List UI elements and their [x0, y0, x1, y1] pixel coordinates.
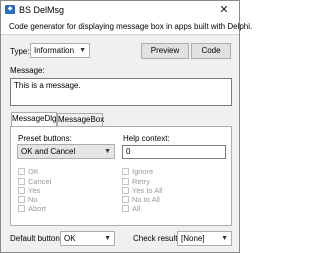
- description-bar: Code generator for displaying message bo…: [1, 19, 252, 35]
- chevron-down-icon: ▼: [104, 235, 111, 242]
- description-text: Code generator for displaying message bo…: [9, 22, 253, 31]
- message-textarea[interactable]: This is a message.: [10, 78, 232, 106]
- preset-buttons-select[interactable]: OK and Cancel ▼: [17, 144, 115, 159]
- preset-buttons-value: OK and Cancel: [21, 147, 76, 156]
- checkbox-label: Retry: [132, 177, 150, 186]
- close-button[interactable]: ✕: [209, 1, 239, 19]
- checkbox-box: [18, 196, 25, 203]
- type-label: Type:: [10, 47, 30, 56]
- default-button-value: OK: [64, 234, 76, 243]
- code-button[interactable]: Code: [191, 43, 231, 59]
- title-bar[interactable]: ◆ BS DelMsg ✕: [1, 1, 239, 19]
- checkbox-yes[interactable]: Yes: [18, 186, 40, 195]
- chevron-down-icon: ▼: [104, 148, 111, 155]
- message-label: Message:: [10, 66, 45, 75]
- checkbox-abort[interactable]: Abort: [18, 204, 46, 213]
- type-value: Information: [34, 46, 75, 55]
- checkbox-box: [18, 168, 25, 175]
- checkbox-box: [18, 205, 25, 212]
- app-icon: ◆: [5, 5, 15, 14]
- chevron-down-icon: ▼: [79, 47, 86, 54]
- checkbox-label: OK: [28, 167, 39, 176]
- check-result-label: Check result:: [133, 234, 180, 243]
- window-title: BS DelMsg: [19, 5, 65, 15]
- checkbox-label: No to All: [132, 195, 160, 204]
- checkbox-label: All: [132, 204, 141, 213]
- checkbox-yes-to-all[interactable]: Yes to All: [122, 186, 163, 195]
- checkbox-ok[interactable]: OK: [18, 167, 39, 176]
- help-context-input[interactable]: 0: [122, 145, 226, 159]
- default-button-label: Default button:: [10, 234, 63, 243]
- check-result-select[interactable]: [None] ▼: [177, 231, 232, 246]
- checkbox-no[interactable]: No: [18, 195, 38, 204]
- check-result-value: [None]: [181, 234, 205, 243]
- tab-messagedlg[interactable]: MessageDlg: [11, 112, 57, 127]
- checkbox-cancel[interactable]: Cancel: [18, 177, 51, 186]
- preset-buttons-label: Preset buttons:: [18, 134, 72, 143]
- checkbox-all[interactable]: All: [122, 204, 140, 213]
- checkbox-label: Ignore: [132, 167, 154, 176]
- checkbox-no-to-all[interactable]: No to All: [122, 195, 160, 204]
- checkbox-box: [122, 168, 129, 175]
- tab-messagebox[interactable]: MessageBox: [57, 113, 104, 127]
- checkbox-label: Abort: [28, 204, 46, 213]
- checkbox-label: Yes to All: [132, 186, 163, 195]
- type-select[interactable]: Information ▼: [30, 43, 90, 58]
- main-window: ◆ BS DelMsg ✕ Code generator for display…: [0, 0, 252, 253]
- chevron-down-icon: ▼: [221, 235, 228, 242]
- preview-button[interactable]: Preview: [141, 43, 189, 59]
- checkbox-box: [122, 178, 129, 185]
- checkbox-box: [122, 205, 129, 212]
- checkbox-box: [18, 178, 25, 185]
- checkbox-label: No: [28, 195, 38, 204]
- default-button-select[interactable]: OK ▼: [60, 231, 115, 246]
- checkbox-box: [122, 187, 129, 194]
- checkbox-retry[interactable]: Retry: [122, 177, 150, 186]
- checkbox-box: [122, 196, 129, 203]
- checkbox-label: Yes: [28, 186, 41, 195]
- checkbox-box: [18, 187, 25, 194]
- checkbox-ignore[interactable]: Ignore: [122, 167, 153, 176]
- checkbox-label: Cancel: [28, 177, 52, 186]
- help-context-label: Help context:: [123, 134, 170, 143]
